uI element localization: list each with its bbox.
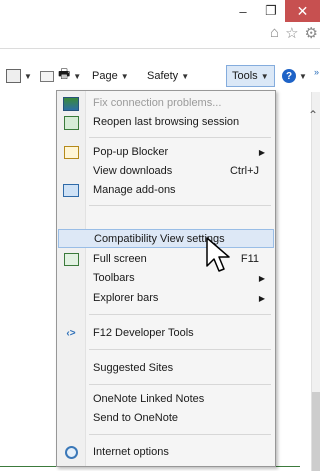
menu-item-label: Toolbars bbox=[93, 272, 135, 284]
popup-blocker-icon bbox=[63, 145, 79, 160]
page-menu-label: Page bbox=[92, 70, 118, 82]
menu-item-manage-addons[interactable]: Manage add-ons bbox=[59, 181, 273, 200]
add-ons-icon bbox=[63, 183, 79, 198]
menu-item-reopen-session[interactable]: Reopen last browsing session bbox=[59, 113, 273, 132]
more-commands-chevron-icon[interactable]: » bbox=[314, 67, 319, 77]
safety-menu-button[interactable]: Safety ▼ bbox=[147, 66, 189, 86]
mail-icon bbox=[40, 70, 54, 82]
feeds-icon bbox=[6, 69, 21, 83]
menu-separator bbox=[89, 434, 271, 435]
safety-menu-label: Safety bbox=[147, 70, 179, 82]
menu-item-label: View downloads bbox=[93, 165, 173, 177]
menu-item-shortcut: Ctrl+J bbox=[229, 165, 259, 177]
submenu-arrow-icon: ▶ bbox=[258, 274, 265, 283]
menu-item-full-screen[interactable]: Full screen F11 bbox=[59, 250, 273, 269]
print-button[interactable]: 🖶 ▼ bbox=[58, 66, 81, 86]
full-screen-icon bbox=[63, 252, 79, 267]
help-menu-button[interactable]: ? ▼ bbox=[282, 66, 307, 86]
chevron-down-icon: ▼ bbox=[73, 71, 82, 81]
menu-item-label: Full screen bbox=[93, 253, 147, 265]
favorites-icon[interactable]: ☆ bbox=[285, 24, 298, 42]
menu-item-label: Manage add-ons bbox=[93, 184, 176, 196]
read-mail-button[interactable] bbox=[40, 66, 54, 86]
scrollbar-thumb[interactable] bbox=[312, 392, 320, 471]
menu-item-shortcut: F11 bbox=[240, 253, 259, 265]
tools-menu-button[interactable]: Tools ▼ bbox=[226, 65, 275, 87]
chevron-down-icon: ▼ bbox=[24, 71, 32, 81]
tools-menu-label: Tools bbox=[232, 70, 258, 82]
settings-icon[interactable]: ⚙ bbox=[305, 24, 318, 42]
menu-item-compatibility-view[interactable]: Compatibility View settings bbox=[58, 229, 274, 248]
feeds-button[interactable]: ▼ bbox=[6, 66, 32, 86]
menu-item-popup-blocker[interactable]: Pop-up Blocker ▶ bbox=[59, 143, 273, 162]
menu-item-label: Reopen last browsing session bbox=[93, 116, 240, 128]
home-icon[interactable]: ⌂ bbox=[270, 24, 279, 42]
caret-up-icon: ⌃ bbox=[308, 108, 319, 122]
chevron-down-icon: ▼ bbox=[260, 71, 269, 81]
address-bar-icons: ⌂ ☆ ⚙ bbox=[270, 24, 320, 42]
menu-item-label: F12 Developer Tools bbox=[93, 327, 194, 339]
chevron-down-icon: ▼ bbox=[299, 71, 307, 81]
menu-separator bbox=[89, 205, 271, 206]
tools-dropdown-menu: Fix connection problems... Reopen last b… bbox=[56, 90, 276, 467]
menu-item-label: Pop-up Blocker bbox=[93, 146, 169, 158]
mouse-cursor-icon bbox=[206, 237, 230, 272]
menu-item-suggested-sites[interactable]: Suggested Sites bbox=[59, 359, 273, 378]
menu-item-explorer-bars[interactable]: Explorer bars ▶ bbox=[59, 289, 273, 308]
submenu-arrow-icon: ▶ bbox=[258, 148, 265, 157]
minimize-button[interactable]: – bbox=[229, 0, 257, 22]
network-diagnostic-icon bbox=[63, 96, 79, 111]
menu-item-label: Send to OneNote bbox=[93, 412, 179, 424]
menu-item-toolbars[interactable]: Toolbars ▶ bbox=[59, 269, 273, 288]
menu-separator bbox=[89, 349, 271, 350]
help-icon: ? bbox=[282, 69, 296, 83]
menu-item-onenote-linked-notes[interactable]: OneNote Linked Notes bbox=[59, 390, 273, 409]
close-button[interactable]: ✕ bbox=[285, 0, 320, 22]
maximize-button[interactable]: ❐ bbox=[258, 0, 284, 22]
toolbar-divider bbox=[0, 48, 320, 49]
menu-item-label: Explorer bars bbox=[93, 292, 159, 304]
chevron-down-icon: ▼ bbox=[181, 71, 190, 81]
menu-item-label: Internet options bbox=[93, 446, 169, 458]
menu-item-label: Suggested Sites bbox=[93, 362, 174, 374]
menu-item-label: OneNote Linked Notes bbox=[93, 393, 205, 405]
menu-item-view-downloads[interactable]: View downloads Ctrl+J bbox=[59, 162, 273, 181]
menu-separator bbox=[89, 384, 271, 385]
developer-tools-icon: ‹> bbox=[66, 328, 76, 339]
reopen-session-icon bbox=[63, 115, 79, 130]
submenu-arrow-icon: ▶ bbox=[258, 294, 265, 303]
menu-separator bbox=[89, 137, 271, 138]
menu-item-f12-developer-tools[interactable]: ‹> F12 Developer Tools bbox=[59, 324, 273, 343]
command-bar: ▼ 🖶 ▼ Page ▼ Safety ▼ Tools ▼ ? ▼ » bbox=[0, 63, 320, 90]
menu-item-send-to-onenote[interactable]: Send to OneNote bbox=[59, 409, 273, 428]
chevron-down-icon: ▼ bbox=[120, 71, 129, 81]
menu-item-internet-options[interactable]: Internet options bbox=[59, 443, 273, 462]
internet-options-icon bbox=[63, 445, 79, 460]
printer-icon: 🖶 bbox=[58, 66, 71, 81]
menu-separator bbox=[89, 314, 271, 315]
page-menu-button[interactable]: Page ▼ bbox=[92, 66, 129, 86]
menu-item-fix-connection: Fix connection problems... bbox=[59, 94, 273, 113]
menu-item-label: Fix connection problems... bbox=[93, 97, 222, 109]
